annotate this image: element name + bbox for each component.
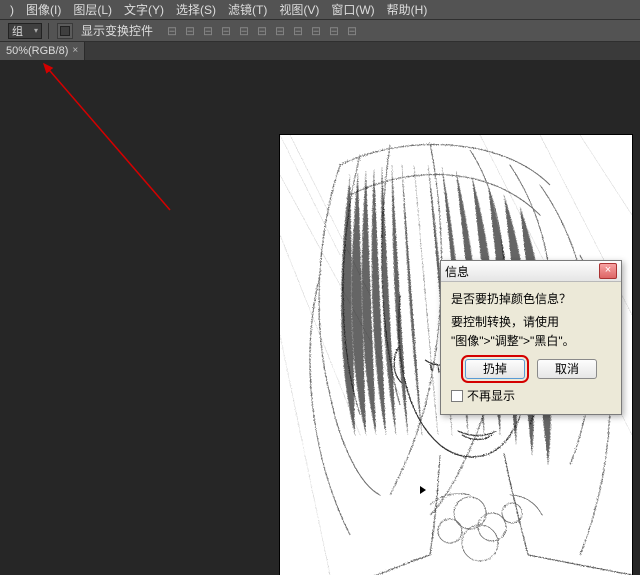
align-icons-strip: ⊟ ⊟ ⊟ ⊟ ⊟ ⊟ ⊟ ⊟ ⊟ ⊟ ⊟ (163, 23, 361, 39)
align-center-v-icon[interactable]: ⊟ (237, 23, 251, 39)
options-bar: 组 ▾ 显示变换控件 ⊟ ⊟ ⊟ ⊟ ⊟ ⊟ ⊟ ⊟ ⊟ ⊟ ⊟ (0, 20, 640, 42)
cancel-button[interactable]: 取消 (537, 359, 597, 379)
dialog-close-button[interactable]: × (599, 263, 617, 279)
menu-item-image[interactable]: 图像(I) (20, 0, 67, 20)
close-icon[interactable]: × (72, 42, 78, 60)
warp-icon[interactable]: ⊟ (309, 23, 323, 39)
menu-item-trunc[interactable]: ) (4, 0, 20, 20)
align-left-icon[interactable]: ⊟ (165, 23, 179, 39)
document-tab-bar: 50%(RGB/8) × (0, 42, 640, 60)
group-combo[interactable]: 组 ▾ (8, 23, 42, 39)
dialog-title: 信息 (445, 263, 469, 280)
discard-button[interactable]: 扔掉 (465, 359, 525, 379)
document-tab[interactable]: 50%(RGB/8) × (0, 42, 85, 60)
group-combo-label: 组 (12, 23, 23, 39)
canvas-area[interactable]: 信息 × 是否要扔掉颜色信息？ 要控制转换，请使用 "图像">"调整">"黑白"… (0, 60, 640, 575)
separator (48, 23, 49, 39)
menu-item-filter[interactable]: 滤镜(T) (222, 0, 273, 20)
menu-item-view[interactable]: 视图(V) (273, 0, 325, 20)
document-tab-label: 50%(RGB/8) (6, 42, 68, 60)
dont-show-row[interactable]: 不再显示 (451, 387, 611, 404)
checkbox-icon[interactable] (451, 390, 463, 402)
warp-icon-2[interactable]: ⊟ (327, 23, 341, 39)
align-bottom-icon[interactable]: ⊟ (255, 23, 269, 39)
distribute-h-icon[interactable]: ⊟ (273, 23, 287, 39)
menu-bar: ) 图像(I) 图层(L) 文字(Y) 选择(S) 滤镜(T) 视图(V) 窗口… (0, 0, 640, 20)
annotation-arrow-icon (20, 60, 220, 260)
dialog-titlebar[interactable]: 信息 × (441, 261, 621, 282)
align-top-icon[interactable]: ⊟ (219, 23, 233, 39)
dialog-button-row: 扔掉 取消 (451, 359, 611, 379)
dont-show-label: 不再显示 (467, 387, 515, 404)
dialog-message-3: "图像">"调整">"黑白"。 (451, 332, 611, 349)
align-right-icon[interactable]: ⊟ (201, 23, 215, 39)
warp-icon-3[interactable]: ⊟ (345, 23, 359, 39)
menu-item-type[interactable]: 文字(Y) (118, 0, 170, 20)
checkbox-icon (60, 26, 70, 36)
menu-item-help[interactable]: 帮助(H) (381, 0, 434, 20)
menu-item-select[interactable]: 选择(S) (170, 0, 222, 20)
info-dialog: 信息 × 是否要扔掉颜色信息？ 要控制转换，请使用 "图像">"调整">"黑白"… (440, 260, 622, 415)
menu-item-layer[interactable]: 图层(L) (67, 0, 118, 20)
dialog-body: 是否要扔掉颜色信息？ 要控制转换，请使用 "图像">"调整">"黑白"。 扔掉 … (441, 282, 621, 414)
checkbox-show-transform[interactable] (57, 23, 73, 39)
dialog-message-2: 要控制转换，请使用 (451, 313, 611, 330)
show-transform-controls-label: 显示变换控件 (81, 22, 153, 39)
distribute-v-icon[interactable]: ⊟ (291, 23, 305, 39)
chevron-down-icon: ▾ (34, 26, 38, 35)
align-center-h-icon[interactable]: ⊟ (183, 23, 197, 39)
menu-item-window[interactable]: 窗口(W) (325, 0, 380, 20)
dialog-message-1: 是否要扔掉颜色信息？ (451, 290, 611, 307)
